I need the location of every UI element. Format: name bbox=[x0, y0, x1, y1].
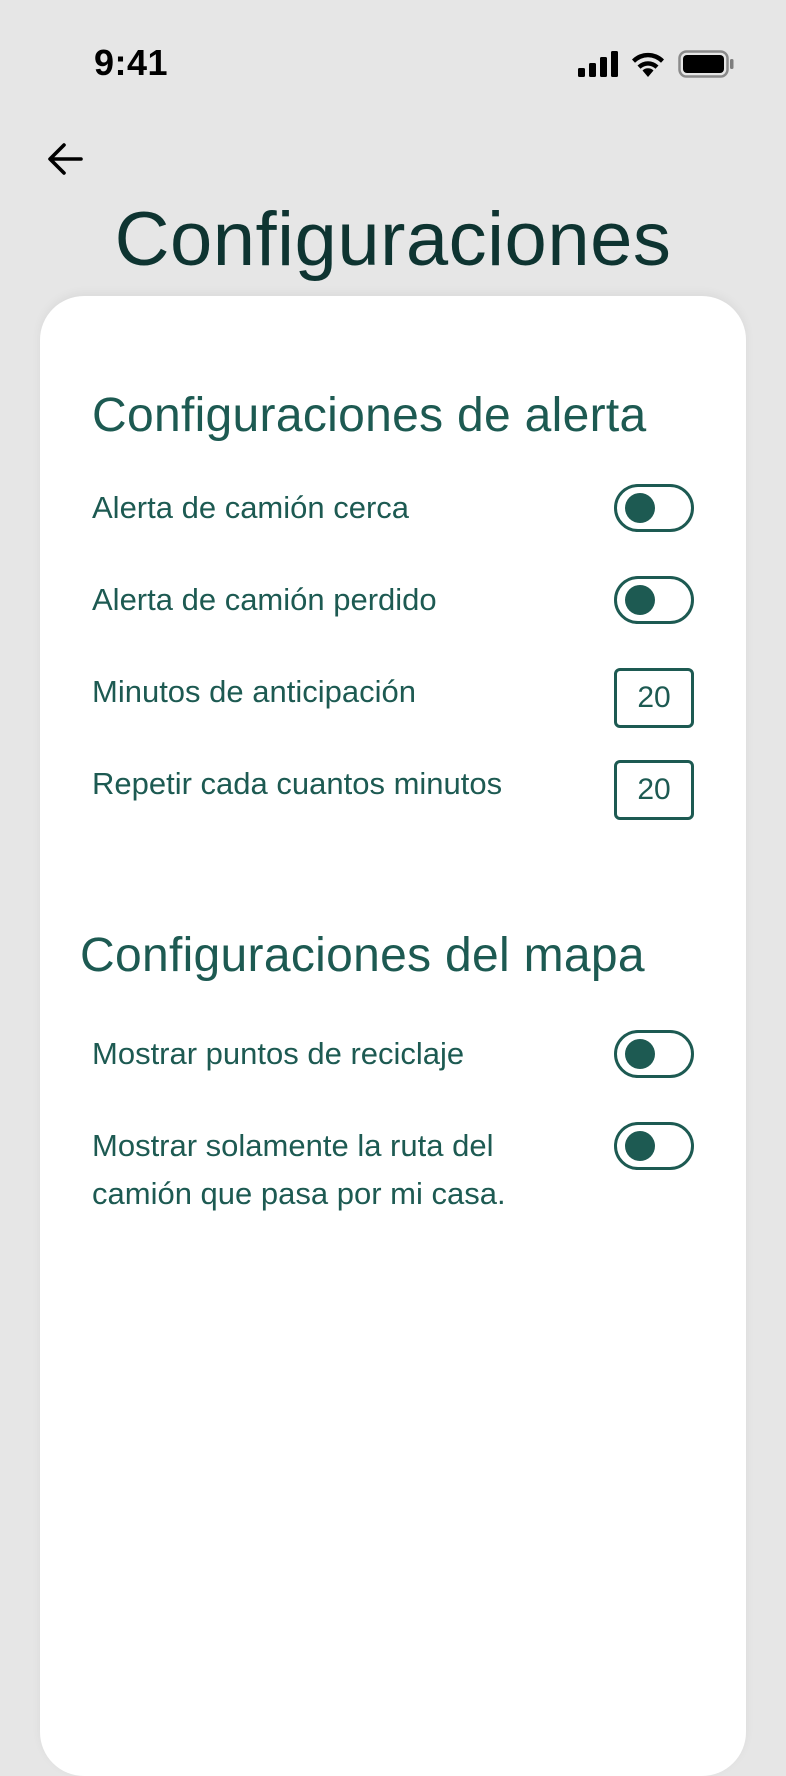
battery-icon bbox=[678, 50, 734, 78]
wifi-icon bbox=[632, 52, 664, 77]
status-bar: 9:41 bbox=[0, 0, 786, 130]
truck-lost-alert-label: Alerta de camión perdido bbox=[92, 582, 437, 617]
advance-minutes-input[interactable] bbox=[614, 668, 694, 728]
show-recycling-points-toggle[interactable] bbox=[614, 1030, 694, 1078]
repeat-minutes-label: Repetir cada cuantos minutos bbox=[92, 766, 503, 801]
alert-settings-title: Configuraciones de alerta bbox=[92, 389, 647, 442]
advance-minutes-label: Minutos de anticipación bbox=[92, 674, 416, 709]
truck-lost-alert-toggle[interactable] bbox=[614, 576, 694, 624]
status-time: 9:41 bbox=[94, 42, 169, 83]
map-settings-title: Configuraciones del mapa bbox=[80, 929, 645, 982]
toggle-knob bbox=[625, 1039, 655, 1069]
toggle-knob bbox=[625, 1131, 655, 1161]
toggle-knob bbox=[625, 493, 655, 523]
show-my-route-only-label-line2: camión que pasa por mi casa. bbox=[92, 1176, 506, 1211]
toggle-knob bbox=[625, 585, 655, 615]
show-my-route-only-toggle[interactable] bbox=[614, 1122, 694, 1170]
back-button[interactable] bbox=[40, 134, 90, 184]
repeat-minutes-input[interactable] bbox=[614, 760, 694, 820]
show-my-route-only-label-line1: Mostrar solamente la ruta del bbox=[92, 1128, 494, 1163]
settings-card: Configuraciones de alerta Alerta de cami… bbox=[40, 296, 746, 1776]
cellular-signal-icon bbox=[578, 51, 618, 77]
page-title: Configuraciones bbox=[114, 197, 672, 282]
truck-near-alert-label: Alerta de camión cerca bbox=[92, 490, 410, 525]
truck-near-alert-toggle[interactable] bbox=[614, 484, 694, 532]
status-icons bbox=[578, 50, 734, 78]
arrow-left-icon bbox=[48, 143, 83, 175]
show-recycling-points-label: Mostrar puntos de reciclaje bbox=[92, 1036, 465, 1071]
